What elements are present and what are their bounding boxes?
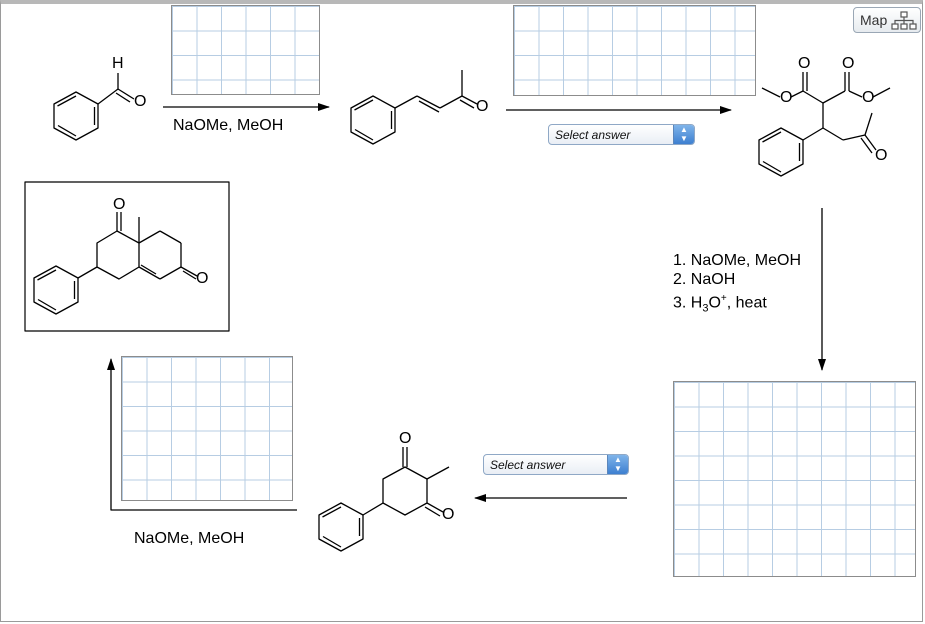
select-answer-label: Select answer: [555, 128, 631, 142]
reagent-step4-line3-o: O: [708, 294, 721, 312]
atom-label-o: O: [862, 89, 875, 106]
benzaldehyde-structure: [53, 73, 135, 141]
atom-label-o: O: [113, 196, 126, 213]
atom-label-o: O: [442, 506, 455, 523]
arrow-step6: [107, 358, 297, 511]
atom-label-o: O: [476, 98, 489, 115]
select-spinner-icon: ▲ ▼: [673, 125, 694, 144]
atom-label-o: O: [134, 93, 147, 110]
target-box: [24, 181, 230, 332]
reagent-step4: 1. NaOMe, MeOH 2. NaOH 3. H3O+, heat: [673, 251, 801, 319]
select-spinner-icon: ▲ ▼: [607, 455, 628, 474]
reagent-step4-line1: 1. NaOMe, MeOH: [673, 252, 802, 269]
atom-label-o: O: [780, 89, 793, 106]
map-button[interactable]: Map: [853, 7, 921, 33]
reagent-step6: NaOMe, MeOH: [134, 530, 245, 547]
atom-label-o: O: [798, 55, 811, 72]
select-answer-step5[interactable]: Select answer ▲ ▼: [483, 454, 629, 475]
map-button-label: Map: [860, 12, 888, 28]
reagent-step4-line2: 2. NaOH: [673, 271, 736, 288]
reagent-step4-line3-text: 3. H: [673, 294, 703, 312]
atom-label-o: O: [196, 270, 209, 287]
atom-label-o: O: [875, 147, 888, 164]
select-answer-label: Select answer: [490, 458, 566, 472]
enone-structure: [350, 70, 478, 145]
boxed-target-structure: [33, 212, 198, 315]
atom-label-h: H: [112, 55, 124, 72]
reagent-step4-line3: 3. H3O+, heat: [673, 289, 801, 319]
atom-label-o: O: [399, 430, 412, 447]
atom-label-o: O: [842, 55, 855, 72]
select-answer-step2[interactable]: Select answer ▲ ▼: [548, 124, 695, 145]
reagent-step4-line3-end: , heat: [726, 294, 767, 312]
sitemap-icon: [891, 11, 917, 30]
dione-structure: [318, 447, 450, 552]
diester-structure: [758, 72, 891, 177]
reagent-step1: NaOMe, MeOH: [173, 117, 284, 134]
